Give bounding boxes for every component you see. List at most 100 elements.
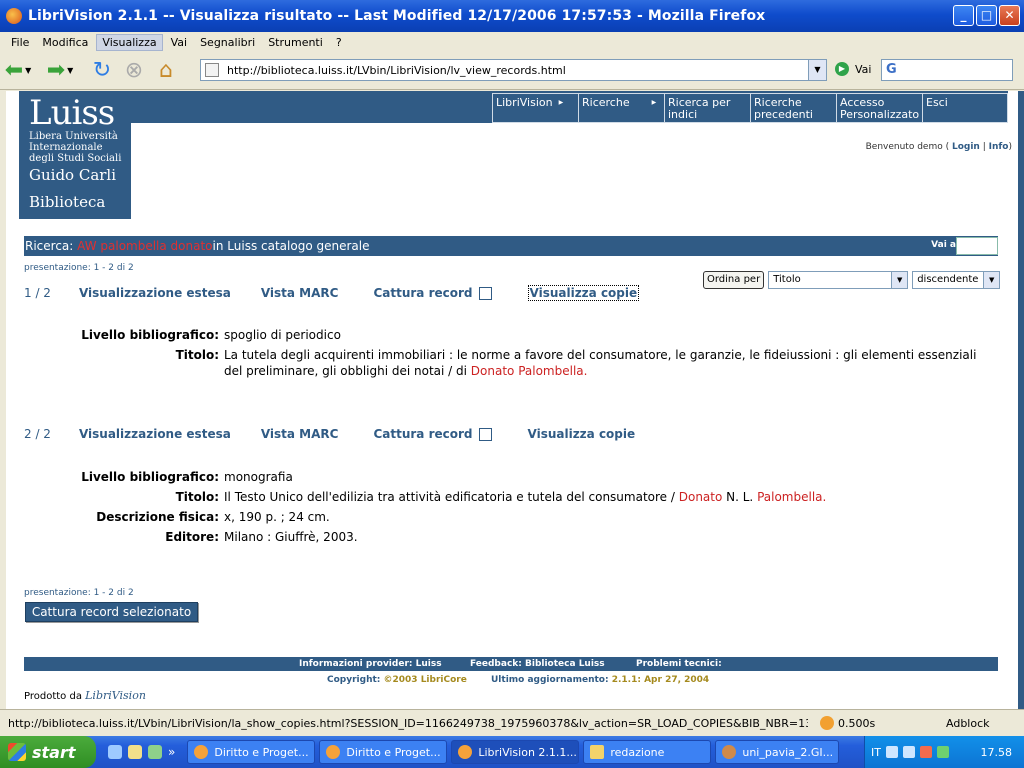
- go-label: Vai: [855, 62, 872, 76]
- chevron-down-icon[interactable]: ▼: [808, 60, 826, 80]
- cattura-record-checkbox[interactable]: [478, 286, 492, 300]
- menu-file[interactable]: File: [6, 35, 34, 50]
- chevron-down-icon: ▼: [983, 272, 1000, 288]
- chevron-down-icon[interactable]: ▼: [25, 66, 31, 75]
- status-url: http://biblioteca.luiss.it/LVbin/LibriVi…: [8, 716, 808, 730]
- nav-librivision[interactable]: LibriVision ▶: [492, 93, 578, 123]
- last-updated: Ultimo aggiornamento: 2.1.1: Apr 27, 200…: [491, 675, 709, 685]
- start-button[interactable]: start: [0, 736, 96, 768]
- task-redazione[interactable]: redazione: [583, 740, 712, 764]
- maximize-button[interactable]: □: [976, 5, 997, 26]
- visualizzazione-estesa-link[interactable]: Visualizzazione estesa: [79, 286, 231, 300]
- nav-ricerca-indici[interactable]: Ricerca per indici: [664, 93, 750, 123]
- task-diritto-2[interactable]: Diritto e Proget...: [319, 740, 448, 764]
- minimize-button[interactable]: _: [953, 5, 974, 26]
- firefox-icon: [6, 8, 22, 24]
- ie-icon[interactable]: [108, 745, 122, 759]
- load-time-value: 0.500s: [838, 716, 876, 730]
- luiss-logo[interactable]: Luiss Libera Università Internazionale d…: [16, 91, 131, 219]
- music-icon[interactable]: [148, 745, 162, 759]
- firefox-icon: [326, 745, 341, 759]
- visualizzazione-estesa-link[interactable]: Visualizzazione estesa: [79, 427, 231, 441]
- home-button[interactable]: ⌂: [152, 57, 180, 85]
- logo-line1: Libera Università: [29, 131, 118, 142]
- field-value: monografia: [224, 470, 293, 484]
- reload-button[interactable]: ↻: [88, 57, 116, 85]
- author-highlight: Palombella.: [757, 490, 827, 504]
- security-icon[interactable]: [919, 746, 932, 758]
- search-catalog: in Luiss catalogo generale: [212, 239, 370, 253]
- cattura-record-selezionato-button[interactable]: Cattura record selezionato: [25, 602, 198, 622]
- forward-button[interactable]: ➡ ▼: [46, 57, 74, 85]
- cattura-record-checkbox[interactable]: [478, 427, 492, 441]
- login-link[interactable]: Login: [952, 142, 980, 152]
- author-highlight: Donato: [678, 490, 723, 504]
- field-label: Editore:: [165, 530, 219, 544]
- sort-controls: Ordina per Titolo ▼ discendente ▼: [703, 271, 1001, 289]
- sort-field-select[interactable]: Titolo ▼: [768, 271, 909, 289]
- feedback-link[interactable]: Feedback: Biblioteca Luiss: [470, 659, 605, 669]
- desktop-icon[interactable]: [128, 745, 142, 759]
- menu-help[interactable]: ?: [331, 35, 347, 50]
- scrollbar[interactable]: [1018, 91, 1024, 709]
- stop-button[interactable]: ⊗: [120, 57, 148, 85]
- nav-esci[interactable]: Esci: [922, 93, 1008, 123]
- window-titlebar[interactable]: LibriVision 2.1.1 -- Visualizza risultat…: [0, 0, 1024, 32]
- go-arrow-icon: ▶: [835, 62, 849, 76]
- start-label: start: [32, 742, 76, 762]
- search-prefix: Ricerca:: [25, 239, 74, 253]
- nav-accesso-personalizzato[interactable]: Accesso Personalizzato: [836, 93, 922, 123]
- adblock-button[interactable]: Adblock: [946, 717, 990, 730]
- info-link[interactable]: Info: [989, 142, 1009, 152]
- vista-marc-link[interactable]: Vista MARC: [261, 286, 339, 300]
- vista-marc-link[interactable]: Vista MARC: [261, 427, 339, 441]
- task-label: Diritto e Proget...: [346, 745, 441, 759]
- visualizza-copie-link[interactable]: Visualizza copie: [527, 285, 640, 301]
- field-value: spoglio di periodico: [224, 328, 341, 342]
- chevron-down-icon[interactable]: ▼: [67, 66, 73, 75]
- close-button[interactable]: ✕: [999, 5, 1020, 26]
- url-text[interactable]: http://biblioteca.luiss.it/LVbin/LibriVi…: [227, 64, 566, 77]
- network-icon[interactable]: [885, 746, 898, 758]
- volume-icon[interactable]: [902, 746, 915, 758]
- field-value: La tutela degli acquirenti immobiliari :…: [224, 347, 984, 379]
- menu-visualizza[interactable]: Visualizza: [96, 33, 163, 51]
- sort-button[interactable]: Ordina per: [703, 271, 765, 289]
- language-indicator[interactable]: IT: [871, 746, 881, 759]
- provider-link[interactable]: Informazioni provider: Luiss: [299, 659, 442, 669]
- url-bar[interactable]: http://biblioteca.luiss.it/LVbin/LibriVi…: [200, 59, 827, 81]
- welcome-text: Benvenuto demo ( Login | Info): [866, 142, 1012, 152]
- load-time: 0.500s: [820, 716, 875, 730]
- problemi-link[interactable]: Problemi tecnici:: [636, 659, 722, 669]
- menu-segnalibri[interactable]: Segnalibri: [195, 35, 260, 50]
- back-button[interactable]: ⬅ ▼: [4, 57, 32, 85]
- sort-order-select[interactable]: discendente ▼: [912, 271, 1001, 289]
- firefox-icon: [458, 745, 473, 759]
- update-icon[interactable]: [936, 746, 949, 758]
- menu-vai[interactable]: Vai: [166, 35, 192, 50]
- search-input[interactable]: G: [881, 59, 1013, 81]
- menu-modifica[interactable]: Modifica: [37, 35, 93, 50]
- folder-icon: [590, 745, 605, 759]
- librivision-logo[interactable]: LibriVision: [85, 689, 146, 702]
- goto-input[interactable]: [956, 237, 998, 255]
- stop-icon: ⊗: [124, 58, 144, 83]
- nav-ricerche[interactable]: Ricerche ▶: [578, 93, 664, 123]
- sort-field-value: Titolo: [773, 274, 801, 285]
- task-diritto-1[interactable]: Diritto e Proget...: [187, 740, 316, 764]
- task-uni-pavia[interactable]: uni_pavia_2.GI...: [715, 740, 840, 764]
- page-content: Luiss Libera Università Internazionale d…: [6, 91, 1018, 709]
- system-tray: IT 17.58: [864, 736, 1024, 768]
- record-fields: Livello bibliografico: spoglio di period…: [24, 327, 984, 383]
- task-librivision[interactable]: LibriVision 2.1.1...: [451, 740, 580, 764]
- chevron-right-icon[interactable]: »: [168, 745, 175, 759]
- window-controls: _ □ ✕: [953, 5, 1020, 26]
- visualizza-copie-link[interactable]: Visualizza copie: [528, 427, 636, 441]
- welcome-suffix: ): [1008, 142, 1012, 152]
- go-button[interactable]: ▶ Vai: [835, 62, 871, 76]
- field-row: Editore: Milano : Giuffrè, 2003.: [24, 529, 984, 545]
- menu-strumenti[interactable]: Strumenti: [263, 35, 328, 50]
- updated-label: Ultimo aggiornamento:: [491, 675, 612, 685]
- nav-ricerche-precedenti[interactable]: Ricerche precedenti: [750, 93, 836, 123]
- home-icon: ⌂: [159, 58, 173, 83]
